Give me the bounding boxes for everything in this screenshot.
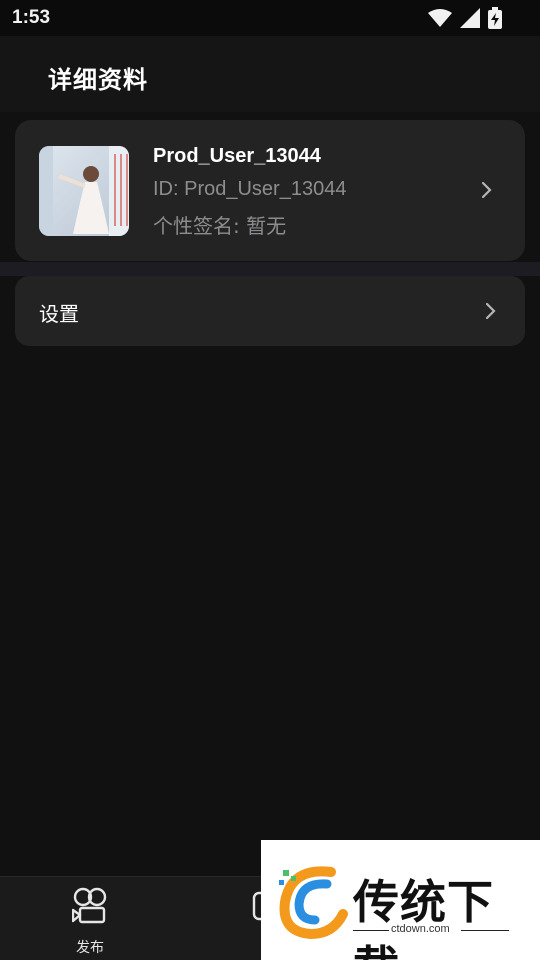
chevron-right-icon: [485, 302, 496, 320]
page-title: 详细资料: [48, 66, 148, 94]
screen: 1:53 详细资料 Prod_User_13044 ID: Prod_User_…: [0, 0, 540, 960]
watermark-logo: 传统下载 ctdown.com: [261, 840, 540, 960]
wifi-icon: [428, 9, 452, 27]
watermark-title: 传统下载: [353, 875, 494, 960]
camera-publish-icon: [72, 887, 107, 924]
profile-card[interactable]: Prod_User_13044 ID: Prod_User_13044 个性签名…: [15, 120, 525, 261]
avatar-photo: [39, 146, 129, 236]
nav-item-publish[interactable]: 发布: [50, 885, 130, 956]
status-bar: 1:53: [0, 0, 540, 36]
avatar[interactable]: [39, 146, 129, 236]
settings-row[interactable]: 设置: [15, 276, 525, 346]
watermark-subtitle: ctdown.com: [391, 923, 450, 935]
watermark-line-right: [461, 930, 509, 931]
status-time: 1:53: [12, 7, 51, 28]
nav-label-publish: 发布: [76, 940, 104, 956]
section-divider: [0, 262, 540, 276]
battery-charging-icon: [488, 7, 502, 29]
profile-signature: 个性签名: 暂无: [153, 214, 287, 238]
watermark-emblem-icon: [279, 866, 348, 940]
header: 详细资料: [0, 36, 540, 112]
profile-username: Prod_User_13044: [153, 145, 321, 167]
settings-label: 设置: [39, 302, 79, 326]
signal-icon: [460, 8, 480, 28]
status-icons: [428, 7, 502, 29]
watermark-line-left: [353, 930, 389, 931]
chevron-right-icon: [481, 181, 492, 199]
profile-id: ID: Prod_User_13044: [153, 178, 347, 200]
